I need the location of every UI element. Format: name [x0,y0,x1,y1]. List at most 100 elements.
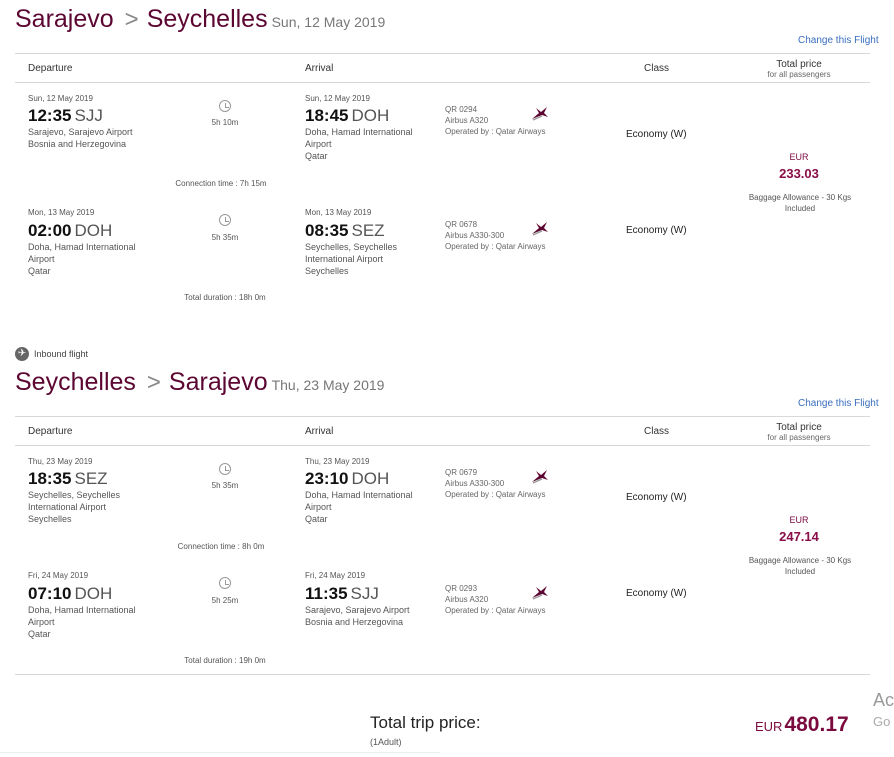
origin-city: Seychelles [15,368,136,396]
flight-duration: 5h 25m [211,596,239,605]
header-class: Class [644,63,670,74]
departure-time: 12:35 SJJ [28,106,103,125]
arrival-place: Doha, Hamad International Airport Qatar [305,127,413,161]
destination-city: Seychelles [146,5,268,33]
arrival-time: 11:35 SJJ [305,584,379,603]
clock-icon [219,463,231,475]
outbound-route-title: Sarajevo > Seychelles Sun, 12 May 2019 [15,5,385,34]
operator: Operated by : Qatar Airways [445,606,546,615]
departure-place: Doha, Hamad International Airport Qatar [28,605,136,639]
segment-price: 233.03 [779,166,819,181]
overlay-text-partial: Ac [873,690,894,710]
clock-icon [219,577,231,589]
connection-time: Connection time : 7h 15m [175,179,267,188]
connection-time: Connection time : 8h 0m [177,542,265,551]
departure-place: Doha, Hamad International Airport Qatar [28,242,136,276]
cabin-class: Economy (W) [626,225,687,236]
total-duration: Total duration : 18h 0m [184,293,266,302]
outbound-date: Sun, 12 May 2019 [271,14,386,30]
operator: Operated by : Qatar Airways [445,127,546,136]
segment-price: 247.14 [779,529,819,544]
flight-duration: 5h 35m [211,481,239,490]
total-amount: 480.17 [784,713,849,736]
price-currency: EUR [789,515,809,525]
airline-logo-icon [530,221,550,242]
airline-logo-icon [530,585,550,606]
header-for-all-passengers: for all passengers [767,70,831,79]
header-total-price: Total price for all passengers [749,59,849,79]
divider [15,53,870,54]
arrival-place: Doha, Hamad International Airport Qatar [305,490,413,524]
arrival-airport-code: SEZ [351,221,385,240]
cabin-class: Economy (W) [626,588,687,599]
divider [15,445,870,446]
operator: Operated by : Qatar Airways [445,242,546,251]
header-for-all-passengers: for all passengers [767,433,831,442]
airline-logo-icon [530,106,550,127]
plane-icon: ✈ [15,347,29,361]
divider [15,674,870,675]
departure-place: Sarajevo, Sarajevo Airport Bosnia and He… [28,127,133,149]
inbound-date: Thu, 23 May 2019 [271,377,385,393]
baggage-allowance: Baggage Allowance - 30 Kgs Included [748,556,852,576]
arrival-time: 08:35 SEZ [305,221,385,240]
header-arrival: Arrival [305,63,334,74]
destination-city: Sarajevo [168,368,268,396]
arrival-date: Sun, 12 May 2019 [305,94,370,103]
header-departure: Departure [28,426,73,437]
arrival-place: Sarajevo, Sarajevo Airport Bosnia and He… [305,605,410,627]
airline-logo-icon [530,469,550,490]
departure-airport-code: SJJ [74,106,103,125]
departure-date: Mon, 13 May 2019 [28,208,95,217]
arrival-date: Thu, 23 May 2019 [305,457,370,466]
departure-date: Sun, 12 May 2019 [28,94,93,103]
header-departure: Departure [28,63,73,74]
arrival-date: Mon, 13 May 2019 [305,208,372,217]
inbound-flight-label: ✈ Inbound flight [15,347,88,361]
cabin-class: Economy (W) [626,129,687,140]
arrival-airport-code: DOH [351,469,390,488]
arrival-date: Fri, 24 May 2019 [305,571,366,580]
inbound-route-title: Seychelles > Sarajevo Thu, 23 May 2019 [15,368,384,397]
overlay-text-partial: Go [873,714,891,729]
arrival-place: Seychelles, Seychelles International Air… [305,242,398,276]
cabin-class: Economy (W) [626,492,687,503]
total-trip-price-label: Total trip price: [370,713,481,732]
baggage-allowance: Baggage Allowance - 30 Kgs Included [748,193,852,213]
divider [0,752,440,753]
departure-airport-code: DOH [74,221,113,240]
departure-place: Seychelles, Seychelles International Air… [28,490,121,524]
price-currency: EUR [789,152,809,162]
chevron-right-icon: > [146,369,161,396]
header-arrival: Arrival [305,426,334,437]
divider [15,82,870,83]
arrival-airport-code: SJJ [350,584,379,603]
departure-date: Thu, 23 May 2019 [28,457,93,466]
departure-date: Fri, 24 May 2019 [28,571,89,580]
clock-icon [219,100,231,112]
passenger-count: (1Adult) [370,737,402,747]
operator: Operated by : Qatar Airways [445,490,546,499]
arrival-airport-code: DOH [351,106,390,125]
flight-duration: 5h 10m [211,118,239,127]
departure-airport-code: SEZ [74,469,108,488]
total-duration: Total duration : 19h 0m [184,656,266,665]
flight-duration: 5h 35m [211,233,239,242]
chevron-right-icon: > [124,6,139,33]
header-class: Class [644,426,670,437]
clock-icon [219,214,231,226]
header-total-price-label: Total price [776,422,822,433]
divider [15,416,870,417]
change-flight-link[interactable]: Change this Flight [798,398,879,409]
arrival-time: 18:45 DOH [305,106,390,125]
header-total-price-label: Total price [776,59,822,70]
header-total-price: Total price for all passengers [749,422,849,442]
departure-time: 07:10 DOH [28,584,113,603]
arrival-time: 23:10 DOH [305,469,390,488]
departure-time: 02:00 DOH [28,221,113,240]
total-trip-price: EUR480.17 [755,713,849,737]
change-flight-link[interactable]: Change this Flight [798,35,879,46]
total-currency: EUR [755,719,783,734]
departure-airport-code: DOH [74,584,113,603]
origin-city: Sarajevo [15,5,114,33]
